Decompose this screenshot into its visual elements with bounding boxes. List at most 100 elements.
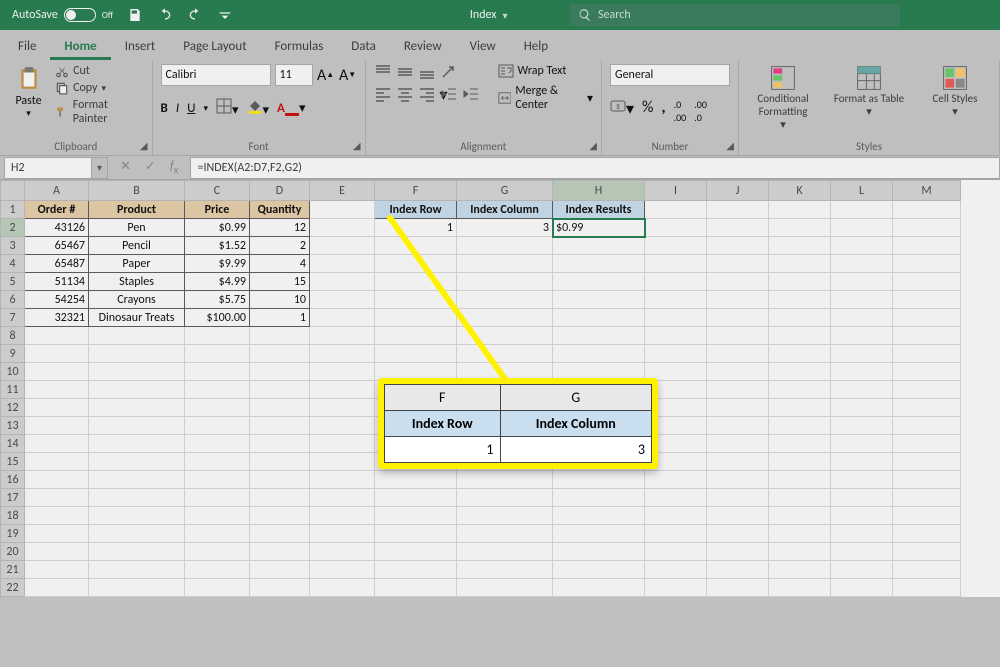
cell-D1[interactable]: Quantity [250,201,310,219]
cell-L13[interactable] [831,417,893,435]
cell-M22[interactable] [893,579,961,597]
cell-K9[interactable] [769,345,831,363]
cell-M14[interactable] [893,435,961,453]
row-header-16[interactable]: 16 [1,471,25,489]
cell-J11[interactable] [707,381,769,399]
cell-M18[interactable] [893,507,961,525]
cell-K11[interactable] [769,381,831,399]
underline-button[interactable]: U [187,101,195,116]
cell-H16[interactable] [553,471,645,489]
row-header-22[interactable]: 22 [1,579,25,597]
row-header-20[interactable]: 20 [1,543,25,561]
cell-M11[interactable] [893,381,961,399]
cell-G3[interactable] [457,237,553,255]
tab-home[interactable]: Home [50,33,110,60]
cell-C16[interactable] [185,471,250,489]
cell-A8[interactable] [25,327,89,345]
cell-E22[interactable] [310,579,375,597]
row-header-19[interactable]: 19 [1,525,25,543]
cell-L20[interactable] [831,543,893,561]
cell-I6[interactable] [645,291,707,309]
cell-F22[interactable] [375,579,457,597]
row-header-17[interactable]: 17 [1,489,25,507]
cell-E12[interactable] [310,399,375,417]
cell-M4[interactable] [893,255,961,273]
cell-I21[interactable] [645,561,707,579]
cell-B8[interactable] [89,327,185,345]
cell-D10[interactable] [250,363,310,381]
col-header-E[interactable]: E [310,181,375,201]
cell-C17[interactable] [185,489,250,507]
cell-K20[interactable] [769,543,831,561]
format-painter-button[interactable]: Format Painter [55,98,143,126]
cell-I22[interactable] [645,579,707,597]
cell-B20[interactable] [89,543,185,561]
col-header-I[interactable]: I [645,181,707,201]
cell-A4[interactable]: 65487 [25,255,89,273]
cell-C9[interactable] [185,345,250,363]
col-header-F[interactable]: F [375,181,457,201]
row-header-10[interactable]: 10 [1,363,25,381]
row-header-13[interactable]: 13 [1,417,25,435]
cell-I5[interactable] [645,273,707,291]
row-header-21[interactable]: 21 [1,561,25,579]
cell-K18[interactable] [769,507,831,525]
name-box[interactable] [4,157,92,179]
cell-D5[interactable]: 15 [250,273,310,291]
cell-H3[interactable] [553,237,645,255]
row-header-9[interactable]: 9 [1,345,25,363]
cell-B13[interactable] [89,417,185,435]
cell-A6[interactable]: 54254 [25,291,89,309]
increase-decimal-button[interactable]: .0.00 [674,98,687,124]
cell-G5[interactable] [457,273,553,291]
cell-M7[interactable] [893,309,961,327]
merge-center-button[interactable]: Merge & Center ▾ [498,84,593,112]
cell-G6[interactable] [457,291,553,309]
cell-G17[interactable] [457,489,553,507]
cell-F19[interactable] [375,525,457,543]
cancel-formula-icon[interactable]: ✕ [120,159,131,177]
col-header-A[interactable]: A [25,181,89,201]
cell-C3[interactable]: $1.52 [185,237,250,255]
cell-F2[interactable]: 1 [375,219,457,237]
dialog-launcher-icon[interactable]: ◢ [589,139,597,152]
row-header-4[interactable]: 4 [1,255,25,273]
increase-font-button[interactable]: A▲ [317,66,335,84]
cell-E7[interactable] [310,309,375,327]
cell-L14[interactable] [831,435,893,453]
redo-icon[interactable] [187,7,203,23]
cell-B14[interactable] [89,435,185,453]
cell-C14[interactable] [185,435,250,453]
tab-file[interactable]: File [4,33,50,60]
cell-B3[interactable]: Pencil [89,237,185,255]
autosave-toggle[interactable]: AutoSave Off [12,8,113,22]
cell-H2[interactable]: $0.99 [553,219,645,237]
row-header-15[interactable]: 15 [1,453,25,471]
cell-I8[interactable] [645,327,707,345]
cell-M13[interactable] [893,417,961,435]
font-size-input[interactable] [275,64,313,86]
cell-M19[interactable] [893,525,961,543]
cell-B17[interactable] [89,489,185,507]
document-name[interactable]: Index ▾ [470,8,508,22]
cell-J8[interactable] [707,327,769,345]
italic-button[interactable]: I [176,101,179,116]
cell-A21[interactable] [25,561,89,579]
cell-I16[interactable] [645,471,707,489]
cell-H6[interactable] [553,291,645,309]
cell-F5[interactable] [375,273,457,291]
row-header-18[interactable]: 18 [1,507,25,525]
cell-H8[interactable] [553,327,645,345]
percent-format-button[interactable]: % [642,98,653,124]
search-box[interactable]: Search [570,4,900,26]
cell-F21[interactable] [375,561,457,579]
cell-B7[interactable]: Dinosaur Treats [89,309,185,327]
cell-B1[interactable]: Product [89,201,185,219]
tab-page-layout[interactable]: Page Layout [169,33,260,60]
cell-E4[interactable] [310,255,375,273]
cell-C4[interactable]: $9.99 [185,255,250,273]
align-left-button[interactable] [374,86,392,102]
cell-M20[interactable] [893,543,961,561]
cell-K2[interactable] [769,219,831,237]
cell-A12[interactable] [25,399,89,417]
